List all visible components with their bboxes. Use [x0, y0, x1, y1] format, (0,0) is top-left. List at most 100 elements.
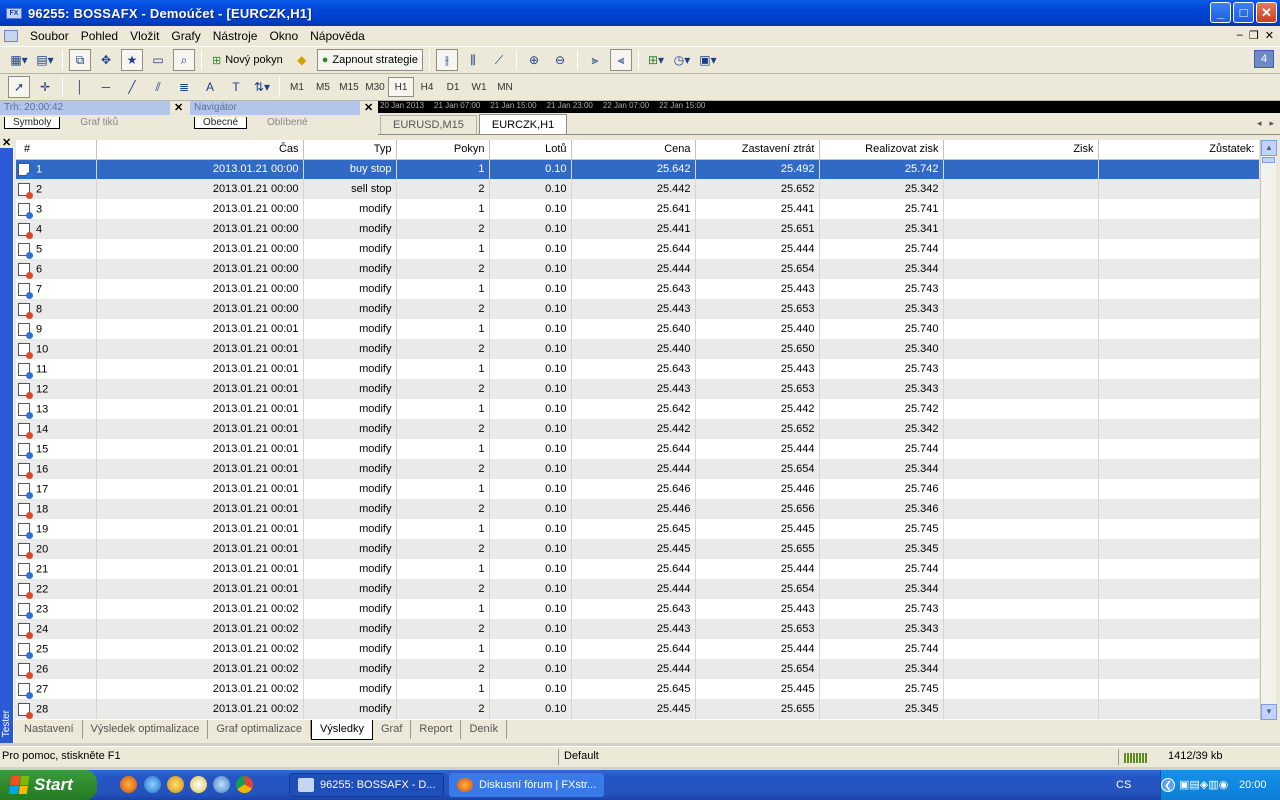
column-header[interactable]: #: [16, 140, 97, 160]
scroll-down-icon[interactable]: ▼: [1261, 704, 1277, 720]
new-chart-button[interactable]: ▦▾: [8, 49, 30, 71]
mdi-minimize-button[interactable]: –: [1237, 29, 1243, 42]
zoom-in-icon[interactable]: ⊕: [523, 49, 545, 71]
vertical-line-icon[interactable]: │: [69, 76, 91, 98]
table-row[interactable]: 9 2013.01.21 00:01 modify 1 0.10 25.640 25.440…: [16, 319, 1259, 339]
tester-tab[interactable]: Report: [411, 720, 462, 739]
arrows-icon[interactable]: ⇅▾: [251, 76, 273, 98]
table-row[interactable]: 19 2013.01.21 00:01 modify 1 0.10 25.645 25.44…: [16, 519, 1259, 539]
tester-close-icon[interactable]: ✕: [2, 136, 14, 149]
table-row[interactable]: 18 2013.01.21 00:01 modify 2 0.10 25.446 25.65…: [16, 499, 1259, 519]
table-row[interactable]: 7 2013.01.21 00:00 modify 1 0.10 25.643 25.443…: [16, 279, 1259, 299]
channel-icon[interactable]: ⫽: [147, 76, 169, 98]
auto-scroll-button[interactable]: ⫸: [584, 49, 606, 71]
chrome-icon[interactable]: [236, 776, 253, 793]
menu-item-3[interactable]: Grafy: [165, 29, 206, 43]
table-row[interactable]: 2 2013.01.21 00:00 sell stop 2 0.10 25.442 25.…: [16, 179, 1259, 199]
menu-item-4[interactable]: Nástroje: [207, 29, 264, 43]
timeframe-w1[interactable]: W1: [466, 77, 492, 97]
terminal-button[interactable]: ▭: [147, 49, 169, 71]
tester-tab[interactable]: Výsledek optimalizace: [83, 720, 209, 739]
menu-item-6[interactable]: Nápověda: [304, 29, 371, 43]
close-button[interactable]: ✕: [1256, 2, 1277, 23]
table-row[interactable]: 22 2013.01.21 00:01 modify 2 0.10 25.444 25.65…: [16, 579, 1259, 599]
fibonacci-icon[interactable]: ≣: [173, 76, 195, 98]
tester-tab[interactable]: Nastavení: [16, 720, 83, 739]
task-firefox-forum[interactable]: Diskusní fórum | FXstr...: [449, 773, 604, 797]
menu-item-0[interactable]: Soubor: [24, 29, 75, 43]
table-row[interactable]: 20 2013.01.21 00:01 modify 2 0.10 25.445 25.65…: [16, 539, 1259, 559]
mdi-restore-button[interactable]: ❐: [1249, 29, 1259, 42]
horizontal-line-icon[interactable]: ─: [95, 76, 117, 98]
tab-favorites[interactable]: Oblíbené: [259, 117, 316, 129]
chart-tab[interactable]: EURUSD,M15: [380, 115, 477, 134]
table-row[interactable]: 28 2013.01.21 00:02 modify 2 0.10 25.445 25.65…: [16, 699, 1259, 719]
table-row[interactable]: 11 2013.01.21 00:01 modify 1 0.10 25.643 25.44…: [16, 359, 1259, 379]
candlestick-button[interactable]: ⫼: [462, 49, 484, 71]
table-row[interactable]: 15 2013.01.21 00:01 modify 1 0.10 25.644 25.44…: [16, 439, 1259, 459]
scroll-thumb[interactable]: [1262, 157, 1275, 163]
task-metatrader[interactable]: 96255: BOSSAFX - D...: [289, 773, 444, 797]
auto-trading-button[interactable]: ● Zapnout strategie: [316, 49, 423, 71]
market-watch-close-icon[interactable]: ✕: [174, 101, 186, 114]
tray-expand-icon[interactable]: ❮: [1161, 778, 1175, 792]
table-row[interactable]: 14 2013.01.21 00:01 modify 2 0.10 25.442 25.65…: [16, 419, 1259, 439]
metaeditor-button[interactable]: ◆: [291, 49, 313, 71]
table-row[interactable]: 25 2013.01.21 00:02 modify 1 0.10 25.644 25.44…: [16, 639, 1259, 659]
mdi-close-button[interactable]: ✕: [1265, 29, 1274, 42]
column-header[interactable]: Lotů: [489, 140, 572, 160]
timeframe-m30[interactable]: M30: [362, 77, 388, 97]
table-row[interactable]: 5 2013.01.21 00:00 modify 1 0.10 25.644 25.444…: [16, 239, 1259, 259]
timeframe-h4[interactable]: H4: [414, 77, 440, 97]
menu-item-1[interactable]: Pohled: [75, 29, 124, 43]
tester-side-tab[interactable]: Tester: [0, 148, 14, 743]
label-icon[interactable]: T: [225, 76, 247, 98]
ie-icon[interactable]: [144, 776, 161, 793]
table-row[interactable]: 24 2013.01.21 00:02 modify 2 0.10 25.443 25.65…: [16, 619, 1259, 639]
column-header[interactable]: Pokyn: [396, 140, 490, 160]
tester-button[interactable]: ⌕: [173, 49, 195, 71]
table-row[interactable]: 21 2013.01.21 00:01 modify 1 0.10 25.644 25.44…: [16, 559, 1259, 579]
menu-item-2[interactable]: Vložit: [124, 29, 165, 43]
tab-symbols[interactable]: Symboly: [4, 117, 61, 129]
scroll-up-icon[interactable]: ▲: [1261, 140, 1277, 156]
table-row[interactable]: 3 2013.01.21 00:00 modify 1 0.10 25.641 25.441…: [16, 199, 1259, 219]
periods-clock-icon[interactable]: ◷▾: [671, 49, 693, 71]
chart-tab[interactable]: EURCZK,H1: [478, 114, 568, 134]
title-bar[interactable]: FX 96255: BOSSAFX - Demoúčet - [EURCZK,H…: [0, 0, 1280, 26]
table-row[interactable]: 12 2013.01.21 00:01 modify 2 0.10 25.443 25.65…: [16, 379, 1259, 399]
table-row[interactable]: 1 2013.01.21 00:00 buy stop 1 0.10 25.642 25.4…: [16, 159, 1259, 179]
notification-badge[interactable]: 4: [1254, 50, 1274, 68]
table-row[interactable]: 6 2013.01.21 00:00 modify 2 0.10 25.444 25.654…: [16, 259, 1259, 279]
table-row[interactable]: 16 2013.01.21 00:01 modify 2 0.10 25.444 25.65…: [16, 459, 1259, 479]
menu-item-5[interactable]: Okno: [263, 29, 304, 43]
timeframe-d1[interactable]: D1: [440, 77, 466, 97]
firefox-icon[interactable]: [120, 776, 137, 793]
vertical-scrollbar[interactable]: ▲ ▼: [1260, 140, 1277, 720]
timeframe-m15[interactable]: M15: [336, 77, 362, 97]
new-order-button[interactable]: ⊞ Nový pokyn: [208, 49, 287, 71]
timeframe-m1[interactable]: M1: [284, 77, 310, 97]
market-watch-button[interactable]: ⧉: [69, 49, 91, 71]
chart-shift-button[interactable]: ⫷: [609, 49, 632, 71]
data-window-button[interactable]: ✥: [95, 49, 117, 71]
tester-tab[interactable]: Výsledky: [310, 720, 373, 740]
tester-tab[interactable]: Graf optimalizace: [208, 720, 311, 739]
indicators-button[interactable]: ⊞ ▾: [645, 49, 667, 71]
table-row[interactable]: 23 2013.01.21 00:02 modify 1 0.10 25.643 25.44…: [16, 599, 1259, 619]
winamp-icon[interactable]: [167, 776, 184, 793]
table-row[interactable]: 17 2013.01.21 00:01 modify 1 0.10 25.646 25.44…: [16, 479, 1259, 499]
table-row[interactable]: 26 2013.01.21 00:02 modify 2 0.10 25.444 25.65…: [16, 659, 1259, 679]
document-icon[interactable]: [4, 30, 18, 42]
timeframe-mn[interactable]: MN: [492, 77, 518, 97]
tab-tick-chart[interactable]: Graf tiků: [72, 117, 126, 129]
media-player-icon[interactable]: [190, 776, 207, 793]
maximize-button[interactable]: □: [1233, 2, 1254, 23]
tester-tab[interactable]: Deník: [461, 720, 508, 739]
navigator-button[interactable]: ★: [121, 49, 143, 71]
timeframe-h1[interactable]: H1: [388, 77, 414, 97]
timeframe-m5[interactable]: M5: [310, 77, 336, 97]
results-table[interactable]: # Čas Typ Pokyn Lotů Cena Zastavení ztrát Reali…: [16, 140, 1259, 720]
minimize-button[interactable]: _: [1210, 2, 1231, 23]
table-row[interactable]: 27 2013.01.21 00:02 modify 1 0.10 25.645 25.44…: [16, 679, 1259, 699]
